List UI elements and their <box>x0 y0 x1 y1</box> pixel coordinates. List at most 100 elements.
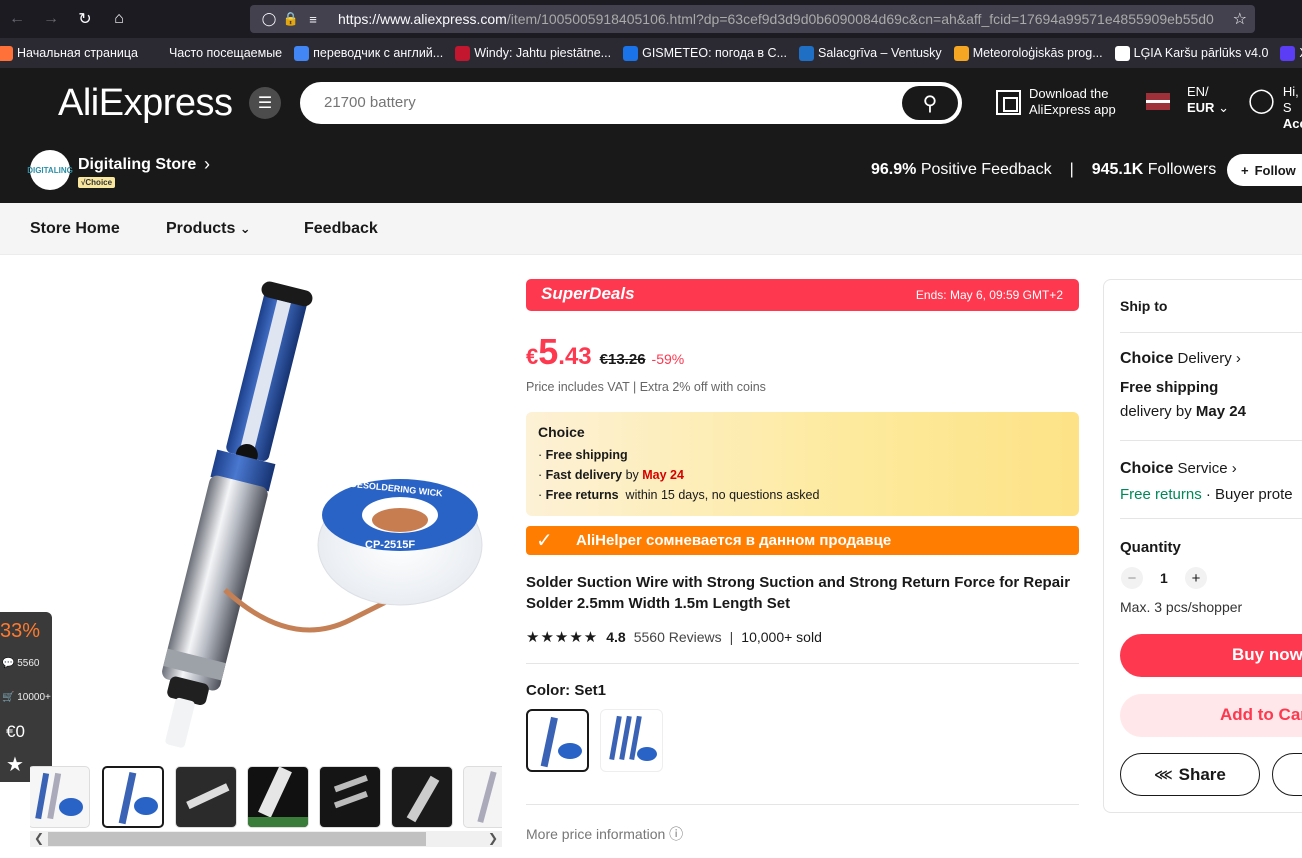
choice-service[interactable]: Choice Service › <box>1120 460 1237 478</box>
rating-divider: | <box>729 629 734 645</box>
buy-now-button[interactable]: Buy now <box>1120 634 1302 677</box>
firefox-icon <box>0 45 13 61</box>
divider <box>1120 518 1302 519</box>
thumbnail[interactable] <box>175 766 237 828</box>
greeting: Hi, S <box>1282 84 1299 115</box>
benefit-delivery: · Fast delivery by May 24 <box>538 468 684 482</box>
color-option-set1[interactable] <box>526 709 589 772</box>
share-button[interactable]: ⋘ Share <box>1120 753 1260 796</box>
rating-value: 4.8 <box>606 629 626 645</box>
extension-float-panel[interactable]: 33% 💬 5560 🛒 10000+ €0 ★ <box>0 612 52 782</box>
store-nav: Store Home Products ⌄ Feedback <box>0 203 1302 255</box>
alihelper-warning[interactable]: ✓ AliHelper сомневается в данном продавц… <box>526 526 1079 555</box>
chevron-right-icon[interactable]: › <box>204 154 210 175</box>
home-icon[interactable]: ⌂ <box>102 0 136 38</box>
divider <box>526 663 1079 664</box>
quantity-increase-button[interactable]: + <box>1185 567 1207 589</box>
bookmark-item[interactable]: Windy: Jahtu piestātne... <box>455 45 611 61</box>
account-menu[interactable]: ◯ Hi, SAcc <box>1248 84 1302 132</box>
thumbnail-scrollbar[interactable]: ❮ ❯ <box>30 831 502 847</box>
follow-label: Follow <box>1254 162 1296 178</box>
original-price: €13.26 <box>599 351 646 368</box>
search-button[interactable]: ⚲ <box>902 86 958 120</box>
google-icon <box>294 45 310 61</box>
search-input[interactable]: 21700 battery <box>324 94 416 111</box>
bookmark-label: Salacgrīva – Ventusky <box>818 46 942 60</box>
bookmark-item[interactable]: Начальная страница <box>0 45 138 61</box>
thumbnail[interactable] <box>391 766 453 828</box>
store-home-tab[interactable]: Store Home <box>30 220 120 238</box>
app-line1: Download the <box>1029 86 1109 101</box>
store-name[interactable]: Digitaling Store <box>78 156 196 174</box>
service-word: Service <box>1177 460 1228 477</box>
follow-button[interactable]: + Follow <box>1227 154 1302 186</box>
bookmark-item[interactable]: Salacgrīva – Ventusky <box>799 45 942 61</box>
back-icon[interactable]: ← <box>0 0 34 38</box>
bookmark-item[interactable]: LĢIA Karšu pārlūks v4.0 <box>1114 45 1268 61</box>
share-icon: ⋘ <box>1154 766 1173 782</box>
bookmark-item[interactable]: GISMETEO: погода в С... <box>623 45 787 61</box>
download-app-link[interactable]: Download the AliExpress app <box>996 86 1116 118</box>
bookmark-item[interactable]: Часто посещаемые <box>149 45 283 61</box>
benefit-returns: · Free returns within 15 days, no questi… <box>538 488 820 502</box>
menu-icon[interactable]: ☰ <box>249 87 281 119</box>
chevron-down-icon: ⌄ <box>239 221 251 236</box>
sun-icon <box>953 45 969 61</box>
wishlist-button[interactable] <box>1272 753 1302 796</box>
thumbnail[interactable] <box>247 766 309 828</box>
bookmark-label: Часто посещаемые <box>168 46 283 60</box>
scroll-left-icon[interactable]: ❮ <box>34 831 44 845</box>
color-option-set2[interactable] <box>600 709 663 772</box>
qr-code-icon <box>996 89 1021 115</box>
star-icon[interactable]: ★ <box>6 752 24 777</box>
reload-icon[interactable]: ↻ <box>68 0 102 38</box>
alihelper-text: AliHelper сомневается в данном продавце <box>576 532 892 549</box>
store-bar: DIGITALING Digitaling Store › √Choice 96… <box>0 148 1302 203</box>
more-price-link[interactable]: More price information ⓘ <box>526 824 683 844</box>
address-bar[interactable]: ◯ 🔒 ≡ https://www.aliexpress.com/item/10… <box>250 5 1255 33</box>
bookmark-item[interactable]: Хостинг карт <box>1280 45 1302 61</box>
choice-badge: √Choice <box>78 177 116 188</box>
quantity-label: Quantity <box>1120 539 1181 556</box>
choice-delivery[interactable]: Choice Delivery › <box>1120 350 1241 368</box>
sold-count: 10,000+ sold <box>741 629 822 645</box>
aliexpress-logo[interactable]: AliExpress <box>58 82 233 125</box>
add-to-cart-button[interactable]: Add to Car <box>1120 694 1302 737</box>
quantity-decrease-button[interactable]: − <box>1121 567 1143 589</box>
thumbnail-selected[interactable] <box>102 766 164 828</box>
free-returns: Free returns <box>1120 486 1202 503</box>
gear-icon <box>149 45 165 61</box>
products-tab[interactable]: Products ⌄ <box>166 220 251 238</box>
bookmark-label: переводчик с англий... <box>313 46 444 60</box>
bookmark-item[interactable]: Meteoroloģiskās prog... <box>953 45 1103 61</box>
scroll-right-icon[interactable]: ❯ <box>488 831 498 845</box>
max-per-shopper: Max. 3 pcs/shopper <box>1120 599 1243 615</box>
shield-icon: ◯ <box>261 11 277 26</box>
latvia-flag-icon[interactable] <box>1146 93 1170 110</box>
thumbnail[interactable] <box>463 766 502 828</box>
panel-sold: 10000+ <box>17 692 51 703</box>
choice-benefits: Choice · Free shipping · Fast delivery b… <box>526 412 1079 516</box>
reviews-link[interactable]: 5560 Reviews <box>634 629 722 645</box>
main-product-image[interactable]: DESOLDERING WICK CP-2515F <box>60 270 530 760</box>
language-currency-selector[interactable]: EN/ EUR ⌄ <box>1187 84 1229 116</box>
feedback-tab[interactable]: Feedback <box>304 220 378 238</box>
app-line2: AliExpress app <box>1029 102 1116 117</box>
quantity-value[interactable]: 1 <box>1160 570 1168 586</box>
store-logo[interactable]: DIGITALING <box>27 150 73 190</box>
url-text[interactable]: https://www.aliexpress.com/item/10050059… <box>338 11 1228 27</box>
thumbnail[interactable] <box>319 766 381 828</box>
deal-ends: Ends: May 6, 09:59 GMT+2 <box>915 288 1063 302</box>
lock-icon: 🔒 <box>282 11 300 26</box>
option-image <box>609 715 657 761</box>
bookmark-item[interactable]: переводчик с англий... <box>294 45 444 61</box>
benefit-delivery-by: by <box>625 468 639 482</box>
scrollbar-thumb[interactable] <box>48 832 426 846</box>
search-bar[interactable]: 21700 battery ⚲ <box>300 82 962 124</box>
panel-price: €0 <box>6 722 25 741</box>
thumbnail[interactable] <box>30 766 90 828</box>
map-icon <box>1114 45 1130 61</box>
ship-to-label[interactable]: Ship to <box>1120 298 1167 314</box>
bookmark-star-icon[interactable]: ☆ <box>1233 9 1247 29</box>
forward-icon[interactable]: → <box>34 0 68 38</box>
